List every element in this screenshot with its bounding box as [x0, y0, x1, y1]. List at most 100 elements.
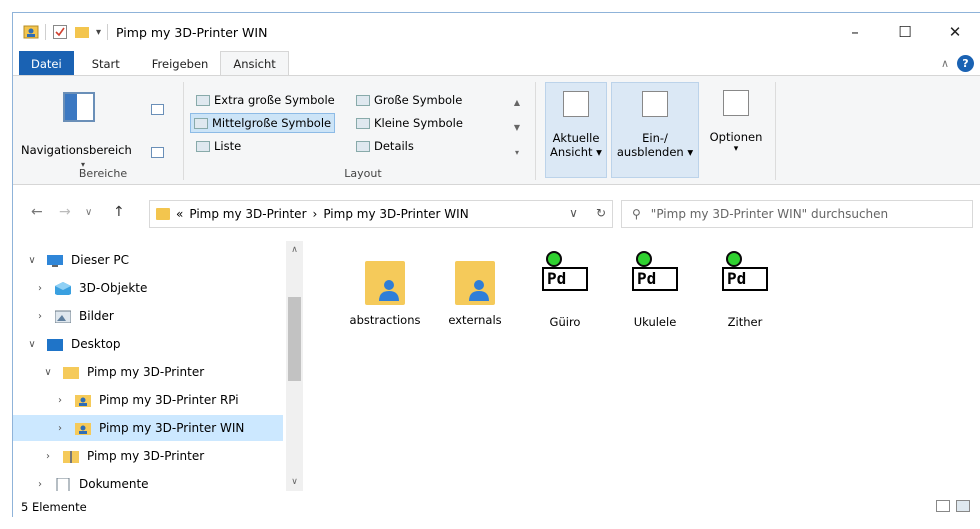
user-folder-icon: [453, 259, 497, 307]
layout-item-label: Extra große Symbole: [214, 93, 335, 107]
search-box[interactable]: ⚲ "Pimp my 3D-Printer WIN" durchsuchen: [621, 200, 973, 228]
options-button[interactable]: Optionen ▾: [703, 82, 769, 178]
current-view-label-2: Ansicht ▾: [550, 145, 602, 159]
breadcrumb-overflow[interactable]: «: [176, 207, 183, 221]
window-title: Pimp my 3D-Printer WIN: [116, 24, 268, 40]
options-dropdown-icon: ▾: [733, 144, 739, 154]
navigation-pane-scrollbar[interactable]: ∧ ∨: [286, 241, 303, 491]
scroll-down-icon[interactable]: ∨: [286, 477, 303, 487]
layout-extra-large-icons[interactable]: Extra große Symbole: [193, 90, 338, 110]
new-folder-icon[interactable]: [74, 24, 90, 40]
cube-icon: [55, 281, 71, 295]
extra-large-icons-icon: [196, 94, 210, 106]
file-item-externals[interactable]: externals: [435, 251, 515, 327]
address-history-icon[interactable]: ∨: [569, 206, 578, 220]
navigation-pane-button[interactable]: Navigationsbereich: [21, 143, 132, 157]
large-icons-view-icon[interactable]: [956, 500, 970, 512]
current-view-button[interactable]: Aktuelle Ansicht ▾: [545, 82, 607, 178]
file-item-zither[interactable]: Pd Zither: [705, 251, 785, 329]
refresh-icon[interactable]: ↻: [596, 206, 606, 220]
tab-freigeben[interactable]: Freigeben: [140, 51, 221, 76]
explorer-window: ▾ Pimp my 3D-Printer WIN – ☐ ✕ Datei Sta…: [12, 12, 980, 517]
group-separator: [535, 82, 536, 180]
file-name: Ukulele: [633, 315, 677, 329]
preview-pane-icon[interactable]: [151, 104, 164, 115]
user-folder-icon: [75, 394, 91, 407]
recent-locations-icon[interactable]: ∨: [85, 207, 92, 218]
details-view-icon[interactable]: [936, 500, 950, 512]
tree-item-desktop[interactable]: ∨ Desktop: [13, 331, 283, 357]
tree-item-pimp-my-3d-printer-win[interactable]: › Pimp my 3D-Printer WIN: [13, 415, 283, 441]
tree-item-dokumente[interactable]: › Dokumente: [13, 471, 283, 491]
forward-arrow-icon[interactable]: →: [59, 204, 71, 220]
layout-gallery-scroll[interactable]: ▲ ▼ ▾: [510, 90, 524, 165]
breadcrumb-item-current[interactable]: Pimp my 3D-Printer WIN: [323, 207, 468, 221]
gallery-more-icon[interactable]: ▾: [510, 140, 524, 165]
details-pane-icon[interactable]: [151, 147, 164, 158]
chevron-down-icon[interactable]: ∨: [41, 367, 55, 378]
options-icon: [723, 90, 749, 116]
chevron-right-icon[interactable]: ›: [53, 423, 67, 434]
file-item-guiro[interactable]: Pd Güiro: [525, 251, 605, 329]
navigation-pane-icon[interactable]: [63, 92, 95, 122]
tab-ansicht[interactable]: Ansicht: [220, 51, 289, 76]
tree-item-label: Dokumente: [79, 477, 149, 491]
group-label-layout: Layout: [344, 167, 382, 180]
help-icon[interactable]: ?: [957, 55, 974, 72]
properties-icon[interactable]: [23, 24, 39, 40]
layout-item-label: Kleine Symbole: [374, 116, 463, 130]
chevron-right-icon[interactable]: ›: [33, 311, 47, 322]
navigation-pane: ∨ Dieser PC › 3D-Objekte › Bilder ∨ Desk…: [13, 241, 303, 491]
scroll-up-icon[interactable]: ∧: [286, 245, 303, 255]
minimize-button[interactable]: –: [830, 13, 880, 51]
tree-item-3d-objekte[interactable]: › 3D-Objekte: [13, 275, 283, 301]
chevron-down-icon[interactable]: ∨: [25, 339, 39, 350]
show-hide-button[interactable]: Ein-/ ausblenden ▾: [611, 82, 699, 178]
close-button[interactable]: ✕: [930, 13, 980, 51]
chevron-right-icon[interactable]: ›: [33, 283, 47, 294]
file-item-ukulele[interactable]: Pd Ukulele: [615, 251, 695, 329]
address-actions: ∨ ↻: [569, 206, 606, 220]
gallery-up-icon[interactable]: ▲: [510, 90, 524, 115]
details-icon: [356, 140, 370, 152]
qa-dropdown-icon[interactable]: ▾: [96, 27, 101, 38]
gallery-down-icon[interactable]: ▼: [510, 115, 524, 140]
tree-item-pimp-my-3d-printer-rpi[interactable]: › Pimp my 3D-Printer RPi: [13, 387, 283, 413]
pd-file-icon: Pd: [632, 251, 678, 309]
layout-large-icons[interactable]: Große Symbole: [353, 90, 465, 110]
file-list: abstractions externals Pd Güiro Pd Ukule…: [313, 241, 973, 491]
up-arrow-icon[interactable]: ↑: [113, 204, 125, 220]
tree-item-dieser-pc[interactable]: ∨ Dieser PC: [13, 247, 283, 273]
maximize-button[interactable]: ☐: [880, 13, 930, 51]
search-input[interactable]: "Pimp my 3D-Printer WIN" durchsuchen: [651, 207, 888, 221]
chevron-right-icon[interactable]: ›: [33, 479, 47, 490]
tree-item-bilder[interactable]: › Bilder: [13, 303, 283, 329]
layout-small-icons[interactable]: Kleine Symbole: [353, 113, 466, 133]
breadcrumb-item[interactable]: Pimp my 3D-Printer: [189, 207, 306, 221]
folder-icon: [63, 366, 79, 379]
address-bar[interactable]: « Pimp my 3D-Printer › Pimp my 3D-Printe…: [149, 200, 613, 228]
chevron-right-icon[interactable]: ›: [41, 451, 55, 462]
chevron-down-icon[interactable]: ∨: [25, 255, 39, 266]
tab-datei[interactable]: Datei: [19, 51, 74, 76]
tab-start[interactable]: Start: [80, 51, 132, 76]
file-item-abstractions[interactable]: abstractions: [345, 251, 425, 327]
layout-details[interactable]: Details: [353, 136, 417, 156]
tree-item-label: Desktop: [71, 337, 121, 351]
layout-item-label: Große Symbole: [374, 93, 463, 107]
chevron-right-icon[interactable]: ›: [53, 395, 67, 406]
options-label: Optionen: [709, 130, 763, 144]
tree-item-label: 3D-Objekte: [79, 281, 148, 295]
tree-item-pimp-my-3d-printer-zip[interactable]: › Pimp my 3D-Printer: [13, 443, 283, 469]
layout-list[interactable]: Liste: [193, 136, 244, 156]
back-arrow-icon[interactable]: ←: [31, 204, 43, 220]
collapse-ribbon-icon[interactable]: ∧: [941, 57, 949, 70]
scrollbar-thumb[interactable]: [288, 297, 301, 381]
checkbox-icon[interactable]: [52, 24, 68, 40]
tree-item-pimp-my-3d-printer[interactable]: ∨ Pimp my 3D-Printer: [13, 359, 283, 385]
pictures-icon: [55, 310, 71, 323]
group-separator: [775, 82, 776, 180]
breadcrumb-separator-icon[interactable]: ›: [313, 207, 318, 221]
layout-medium-icons[interactable]: Mittelgroße Symbole: [190, 113, 336, 133]
quick-access-toolbar: ▾: [13, 13, 109, 51]
